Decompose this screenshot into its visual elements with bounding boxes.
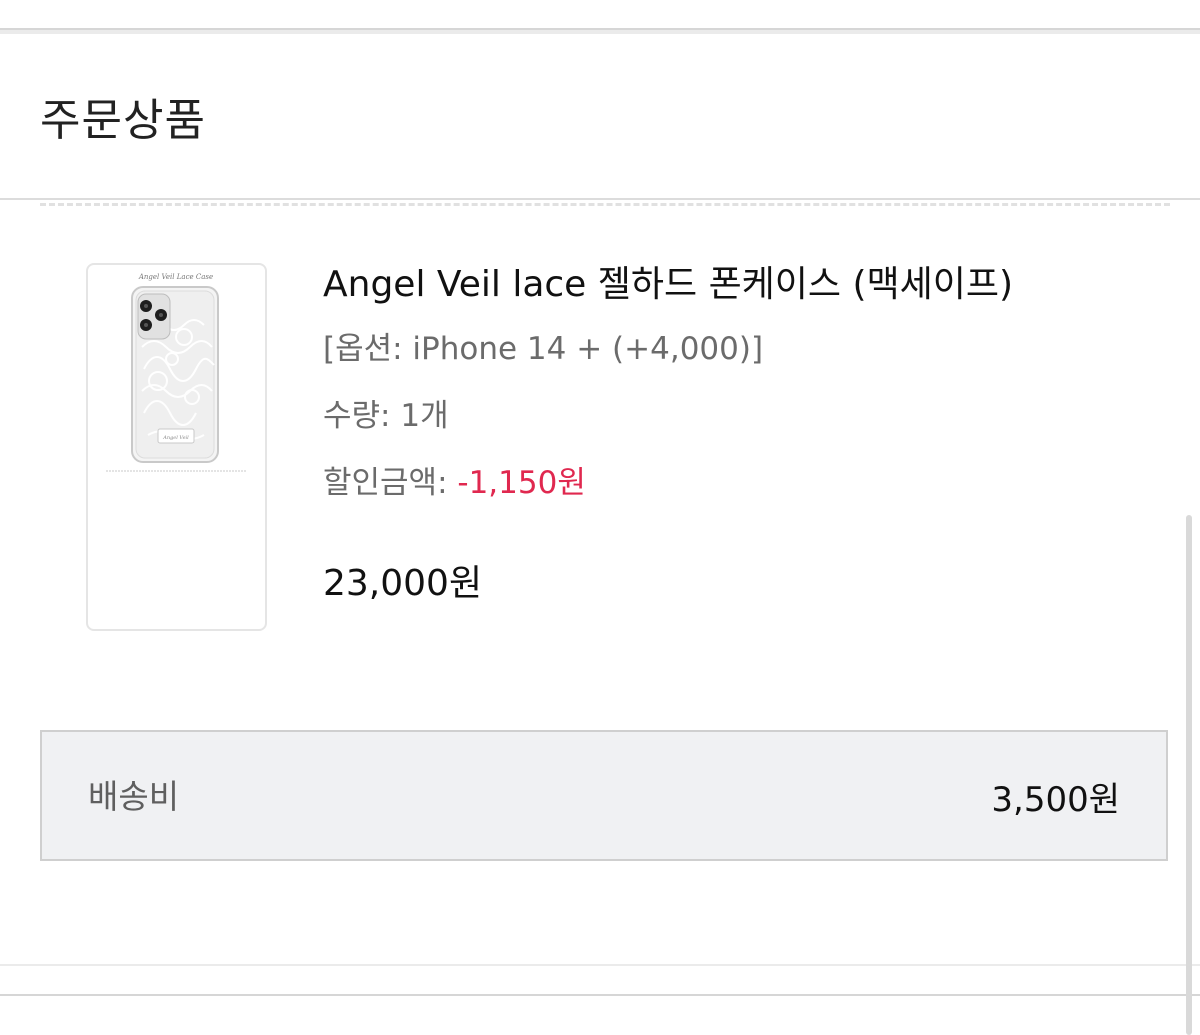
svg-text:Angel Veil: Angel Veil bbox=[162, 435, 189, 441]
product-quantity: 수량: 1개 bbox=[323, 396, 1013, 436]
discount-label: 할인금액: bbox=[323, 465, 458, 501]
product-info: Angel Veil lace 젤하드 폰케이스 (맥세이프) [옵션: iPh… bbox=[323, 262, 1013, 607]
product-discount: 할인금액: -1,150원 bbox=[323, 463, 1013, 503]
discount-value: -1,150원 bbox=[457, 465, 586, 501]
quantity-label: 수량: bbox=[323, 398, 401, 434]
bottom-strip bbox=[0, 966, 1200, 996]
product-name[interactable]: Angel Veil lace 젤하드 폰케이스 (맥세이프) bbox=[323, 262, 1013, 308]
next-section bbox=[0, 996, 1200, 1035]
order-items-card: 주문상품 Angel Veil Lace Case Angel Veil Ang… bbox=[0, 34, 1200, 964]
scrollbar[interactable] bbox=[1186, 515, 1192, 1035]
svg-text:Angel Veil Lace Case: Angel Veil Lace Case bbox=[138, 273, 213, 281]
product-thumbnail[interactable]: Angel Veil Lace Case Angel Veil bbox=[86, 263, 267, 631]
quantity-value: 1개 bbox=[400, 398, 449, 434]
dotted-divider bbox=[40, 203, 1170, 206]
top-strip bbox=[0, 0, 1200, 30]
shipping-value: 3,500원 bbox=[991, 780, 1120, 820]
shipping-fee-box: 배송비 3,500원 bbox=[40, 730, 1168, 861]
section-title: 주문상품 bbox=[40, 95, 206, 146]
shipping-label: 배송비 bbox=[88, 777, 180, 816]
product-price: 23,000원 bbox=[323, 563, 483, 604]
phone-case-image: Angel Veil Lace Case Angel Veil bbox=[106, 273, 246, 472]
product-option: [옵션: iPhone 14 + (+4,000)] bbox=[323, 331, 764, 367]
section-header: 주문상품 bbox=[0, 34, 1200, 200]
